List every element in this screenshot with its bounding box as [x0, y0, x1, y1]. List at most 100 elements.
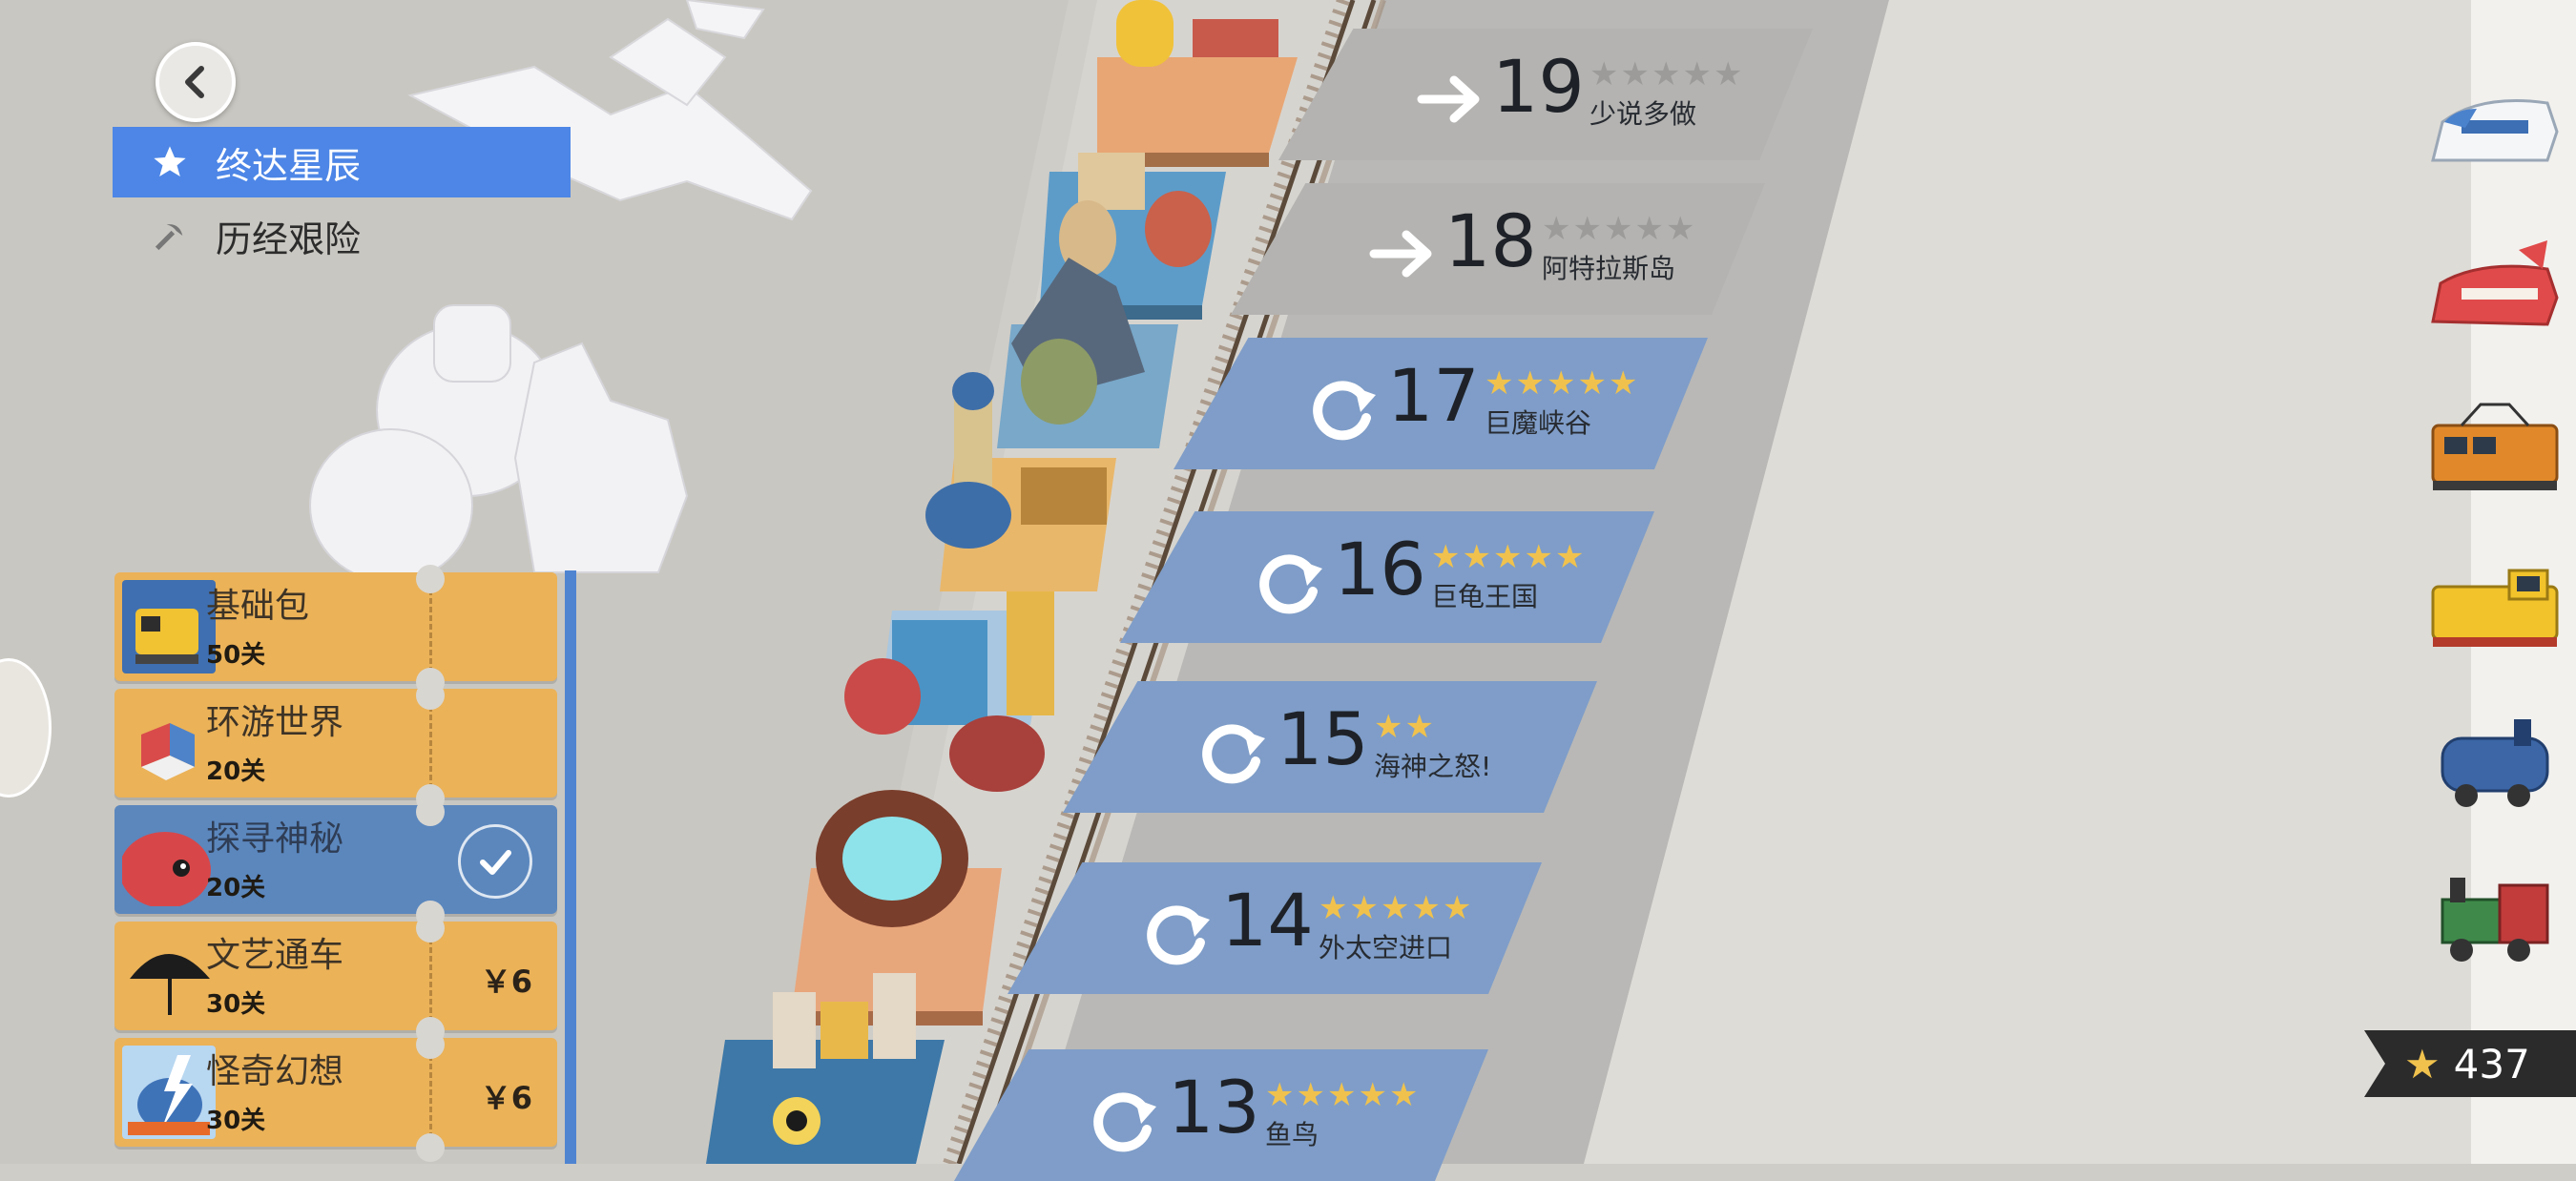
pack-item[interactable]: 基础包 50关 — [114, 572, 557, 681]
level-number: 17 — [1387, 353, 1480, 438]
level-number: 18 — [1444, 198, 1537, 283]
yellow-diesel-train-icon[interactable] — [2423, 544, 2566, 668]
star-icon: ★ — [1603, 210, 1635, 248]
level-row-17[interactable]: 17 ★★★★★ 巨魔峡谷 — [1307, 345, 1670, 469]
level-number: 15 — [1277, 696, 1369, 781]
level-number: 13 — [1168, 1065, 1260, 1150]
star-icon: ★ — [1515, 364, 1547, 403]
star-icon: ★ — [1265, 1076, 1297, 1114]
level-stars: ★★★★★ — [1542, 210, 1696, 248]
back-button[interactable] — [156, 42, 236, 122]
star-icon: ★ — [1404, 708, 1436, 746]
ticket-notch — [416, 565, 445, 593]
star-icon: ★ — [1546, 364, 1578, 403]
star-icon — [149, 141, 191, 183]
level-name: 巨龟王国 — [1431, 581, 1539, 612]
pack-level-count: 20关 — [206, 874, 266, 902]
yellow-train-icon — [122, 580, 216, 673]
star-icon: ★ — [1665, 210, 1697, 248]
check-icon — [458, 824, 532, 899]
blue-steam-train-icon[interactable] — [2423, 700, 2566, 824]
ticket-notch — [416, 1030, 445, 1059]
level-stars: ★★★★★ — [1485, 364, 1639, 403]
star-icon: ★ — [1554, 538, 1587, 576]
pack-item[interactable]: 文艺通车 30关 ￥6 — [114, 922, 557, 1030]
ticket-notch — [416, 1133, 445, 1162]
level-row-13[interactable]: 13 ★★★★★ 鱼鸟 — [1088, 1057, 1450, 1181]
pack-name: 环游世界 — [206, 703, 344, 742]
star-icon: ★ — [1524, 538, 1555, 576]
star-icon: ★ — [1485, 364, 1516, 403]
level-name: 海神之怒! — [1374, 751, 1492, 782]
nav-item-stars[interactable]: 终达星辰 — [113, 127, 571, 197]
star-total-badge: ★ 437 — [2364, 1030, 2576, 1097]
bullet-train-icon[interactable] — [2423, 74, 2566, 198]
star-icon: ★ — [1374, 708, 1405, 746]
level-name: 少说多做 — [1589, 98, 1697, 130]
pickaxe-icon — [149, 215, 191, 257]
star-icon: ★ — [1380, 889, 1412, 927]
ticket-notch — [416, 914, 445, 943]
level-name: 巨魔峡谷 — [1485, 407, 1592, 439]
star-icon: ★ — [1682, 55, 1714, 93]
pack-price: ￥6 — [480, 963, 532, 1000]
star-icon: ★ — [1572, 210, 1604, 248]
star-icon: ★ — [1542, 210, 1573, 248]
star-icon: ★ — [1442, 889, 1474, 927]
pack-level-count: 20关 — [206, 757, 266, 786]
star-icon: ★ — [2404, 1040, 2441, 1088]
star-icon: ★ — [1319, 889, 1350, 927]
replay-icon — [1259, 554, 1322, 614]
pack-item[interactable]: 环游世界 20关 — [114, 689, 557, 798]
level-stars: ★★★★★ — [1589, 55, 1744, 93]
pack-item[interactable]: 探寻神秘 20关 — [114, 805, 557, 914]
star-icon: ★ — [1358, 1076, 1389, 1114]
star-total-value: 437 — [2453, 1040, 2530, 1088]
level-name: 鱼鸟 — [1265, 1119, 1319, 1150]
star-icon: ★ — [1388, 1076, 1421, 1114]
pack-name: 怪奇幻想 — [206, 1052, 344, 1091]
red-express-train-icon[interactable] — [2423, 231, 2566, 355]
star-icon: ★ — [1326, 1076, 1359, 1114]
replay-icon — [1202, 724, 1265, 784]
umbrella-icon — [122, 929, 216, 1023]
star-icon: ★ — [1577, 364, 1609, 403]
level-row-19[interactable]: 19 ★★★★★ 少说多做 — [1412, 36, 1775, 160]
pack-name: 文艺通车 — [206, 936, 344, 975]
pack-item[interactable]: 怪奇幻想 30关 ￥6 — [114, 1038, 557, 1147]
level-name: 阿特拉斯岛 — [1542, 253, 1676, 284]
lightning-monster-icon — [122, 1046, 216, 1139]
level-row-15[interactable]: 15★★★★★ 海神之怒! — [1196, 689, 1559, 813]
level-number: 19 — [1492, 44, 1585, 129]
star-icon: ★ — [1589, 55, 1621, 93]
game-scene: 19 ★★★★★ 少说多做 18 ★★★★★ 阿特拉斯岛 17 ★★★★★ 巨魔峡谷 16 ★★★★… — [0, 0, 2576, 1181]
replay-icon — [1147, 905, 1210, 965]
level-stars: ★★★★★ — [1431, 538, 1586, 576]
pack-price: ￥6 — [480, 1080, 532, 1116]
star-icon: ★ — [1349, 889, 1381, 927]
pack-name: 探寻神秘 — [206, 819, 344, 859]
chevron-left-icon — [185, 66, 204, 98]
star-icon: ★ — [1462, 538, 1493, 576]
star-icon: ★ — [1492, 538, 1525, 576]
replay-icon — [1313, 381, 1376, 441]
level-row-18[interactable]: 18 ★★★★★ 阿特拉斯岛 — [1364, 191, 1727, 315]
nav-item-hardship[interactable]: 历经艰险 — [113, 200, 571, 271]
pack-list-scrollbar[interactable] — [565, 570, 576, 1164]
star-icon: ★ — [1620, 55, 1652, 93]
red-creature-icon — [122, 813, 216, 906]
level-stars: ★★★★★ — [1319, 889, 1473, 927]
level-stars: ★★★★★ — [1265, 1076, 1420, 1114]
level-number: 16 — [1334, 527, 1426, 611]
orange-electric-train-icon[interactable] — [2423, 387, 2566, 511]
level-row-14[interactable]: 14 ★★★★★ 外太空进口 — [1141, 870, 1504, 994]
replay-icon — [1093, 1092, 1156, 1152]
arrow-right-icon — [1369, 230, 1432, 278]
pack-name: 基础包 — [206, 587, 310, 626]
star-icon: ★ — [1651, 55, 1683, 93]
level-row-16[interactable]: 16 ★★★★★ 巨龟王国 — [1254, 519, 1616, 643]
ticket-notch — [416, 798, 445, 826]
nav-item-label: 终达星辰 — [216, 144, 362, 187]
arrow-right-icon — [1417, 75, 1480, 123]
green-steam-train-icon[interactable] — [2423, 857, 2566, 981]
